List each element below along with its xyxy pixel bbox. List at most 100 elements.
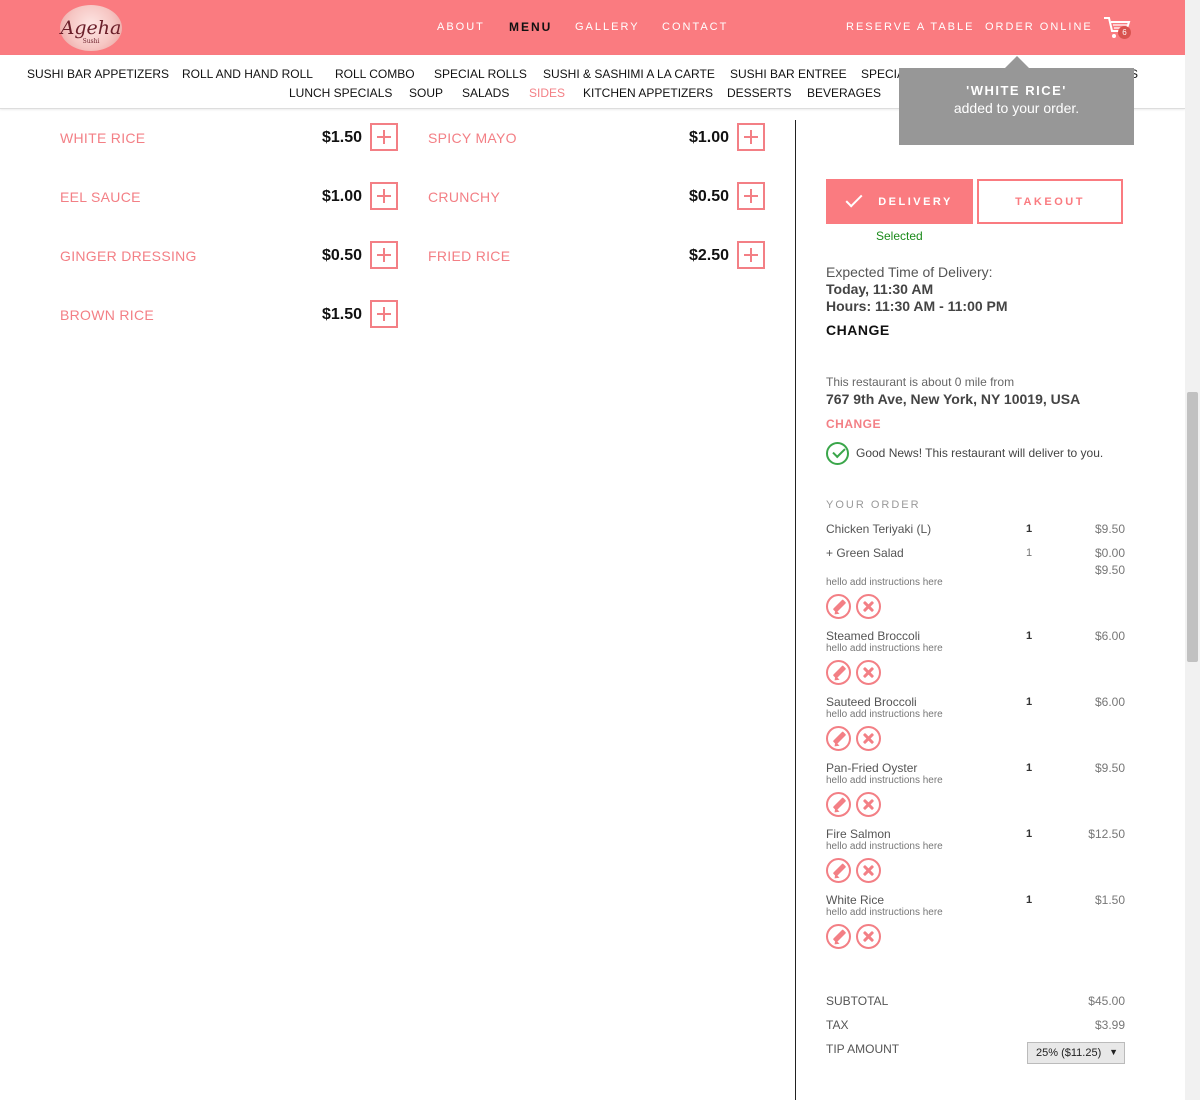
order-item-note: hello add instructions here (826, 907, 943, 918)
distance-text: This restaurant is about 0 mile from (826, 375, 1015, 389)
category-soup[interactable]: SOUP (409, 86, 443, 100)
category-lunch-specials[interactable]: LUNCH SPECIALS (289, 86, 392, 100)
category-desserts[interactable]: DESSERTS (727, 86, 791, 100)
add-white-rice-button[interactable] (370, 123, 398, 151)
add-spicy-mayo-button[interactable] (737, 123, 765, 151)
menu-item-price: $2.50 (688, 247, 729, 264)
menu-item-name: EEL SAUCE (60, 189, 141, 205)
menu-item-price: $0.50 (321, 247, 362, 264)
category-sushi-sashimi-a-la-carte[interactable]: SUSHI & SASHIMI A LA CARTE (543, 67, 715, 81)
check-circle-icon (826, 442, 849, 465)
category-sides[interactable]: SIDES (529, 86, 565, 100)
edit-item-icon[interactable] (826, 660, 851, 685)
menu-item-name: BROWN RICE (60, 307, 154, 323)
tip-amount-select[interactable]: 25% ($11.25) ▼ (1027, 1042, 1125, 1064)
selected-indicator: Selected (876, 229, 923, 243)
category-sushi-bar-appetizers[interactable]: SUSHI BAR APPETIZERS (27, 67, 169, 81)
delivery-address: 767 9th Ave, New York, NY 10019, USA (826, 391, 1081, 407)
category-roll-combo[interactable]: ROLL COMBO (335, 67, 415, 81)
order-item-note: hello add instructions here (826, 841, 943, 852)
category-salads[interactable]: SALADS (462, 86, 509, 100)
toast-item-name: 'WHITE RICE' (966, 83, 1067, 98)
cart-count-badge: 6 (1118, 26, 1131, 39)
order-item-price: $6.00 (1094, 629, 1125, 643)
order-line-total: $9.50 (1094, 563, 1125, 577)
tax-label: TAX (826, 1018, 849, 1032)
column-divider (795, 120, 796, 1100)
subtotal-value: $45.00 (1088, 994, 1125, 1008)
order-item-qty: 1 (1026, 894, 1033, 906)
order-item-qty: 1 (1026, 828, 1033, 840)
delivery-available-message: Good News! This restaurant will deliver … (856, 446, 1104, 460)
nav-gallery[interactable]: GALLERY (575, 21, 640, 33)
delivery-label: DELIVERY (878, 195, 953, 208)
category-roll-and-hand-roll[interactable]: ROLL AND HAND ROLL (182, 67, 313, 81)
nav-contact[interactable]: CONTACT (662, 21, 728, 33)
delivery-button[interactable]: DELIVERY (826, 179, 973, 224)
reserve-table-link[interactable]: RESERVE A TABLE (846, 21, 974, 33)
remove-item-icon[interactable] (856, 924, 881, 949)
change-address-link[interactable]: CHANGE (826, 417, 881, 431)
menu-item-price: $1.50 (321, 129, 362, 146)
order-item-note: hello add instructions here (826, 577, 943, 588)
order-item-note: hello add instructions here (826, 643, 943, 654)
add-fried-rice-button[interactable] (737, 241, 765, 269)
add-eel-sauce-button[interactable] (370, 182, 398, 210)
order-online-link[interactable]: ORDER ONLINE (985, 21, 1093, 33)
menu-item-price: $0.50 (688, 188, 729, 205)
order-item-qty: 1 (1026, 523, 1033, 535)
menu-item-name: GINGER DRESSING (60, 248, 197, 264)
add-brown-rice-button[interactable] (370, 300, 398, 328)
your-order-heading: YOUR ORDER (826, 499, 921, 511)
edit-item-icon[interactable] (826, 858, 851, 883)
order-item-note: hello add instructions here (826, 709, 943, 720)
restaurant-hours: Hours: 11:30 AM - 11:00 PM (826, 298, 1008, 314)
edit-item-icon[interactable] (826, 726, 851, 751)
edit-item-icon[interactable] (826, 924, 851, 949)
add-ginger-dressing-button[interactable] (370, 241, 398, 269)
edit-item-icon[interactable] (826, 792, 851, 817)
category-special-rolls[interactable]: SPECIAL ROLLS (434, 67, 527, 81)
dropdown-arrow-icon: ▼ (1109, 1047, 1118, 1057)
menu-item-name: FRIED RICE (428, 248, 511, 264)
order-item-price: $1.50 (1094, 893, 1125, 907)
order-item-price: $9.50 (1094, 522, 1125, 536)
menu-item-name: CRUNCHY (428, 189, 501, 205)
order-item-price: $6.00 (1094, 695, 1125, 709)
restaurant-logo[interactable]: Ageha Sushi (60, 5, 122, 51)
toast-message: added to your order. (953, 100, 1080, 116)
order-item-price: $9.50 (1094, 761, 1125, 775)
logo-subtext: Sushi (82, 38, 100, 45)
add-crunchy-button[interactable] (737, 182, 765, 210)
nav-about[interactable]: ABOUT (437, 21, 485, 33)
category-kitchen-appetizers[interactable]: KITCHEN APPETIZERS (583, 86, 713, 100)
category-sushi-bar-entree[interactable]: SUSHI BAR ENTREE (730, 67, 847, 81)
menu-item-name: SPICY MAYO (428, 130, 517, 146)
order-item-name: Steamed Broccoli (826, 629, 921, 643)
edit-item-icon[interactable] (826, 594, 851, 619)
order-item-modifier: + Green Salad (826, 546, 904, 560)
scrollbar-thumb[interactable] (1187, 392, 1198, 662)
takeout-button[interactable]: TAKEOUT (977, 179, 1123, 224)
remove-item-icon[interactable] (856, 594, 881, 619)
order-item-qty: 1 (1026, 696, 1033, 708)
remove-item-icon[interactable] (856, 858, 881, 883)
remove-item-icon[interactable] (856, 660, 881, 685)
logo-text: Ageha (60, 17, 122, 39)
expected-time: Today, 11:30 AM (826, 281, 934, 297)
added-to-order-toast: 'WHITE RICE' added to your order. (899, 68, 1134, 145)
subtotal-label: SUBTOTAL (826, 994, 889, 1008)
change-time-link[interactable]: CHANGE (826, 322, 890, 338)
order-modifier-price: $0.00 (1094, 546, 1125, 560)
tip-label: TIP AMOUNT (826, 1042, 900, 1056)
remove-item-icon[interactable] (856, 792, 881, 817)
toast-pointer (1005, 56, 1029, 68)
tip-selected-value: 25% ($11.25) (1036, 1047, 1102, 1059)
order-item-qty: 1 (1026, 762, 1033, 774)
nav-menu[interactable]: MENU (509, 20, 552, 34)
order-item-price: $12.50 (1088, 827, 1125, 841)
order-modifier-qty: 1 (1026, 547, 1033, 559)
category-beverages[interactable]: BEVERAGES (807, 86, 881, 100)
order-item-note: hello add instructions here (826, 775, 943, 786)
remove-item-icon[interactable] (856, 726, 881, 751)
